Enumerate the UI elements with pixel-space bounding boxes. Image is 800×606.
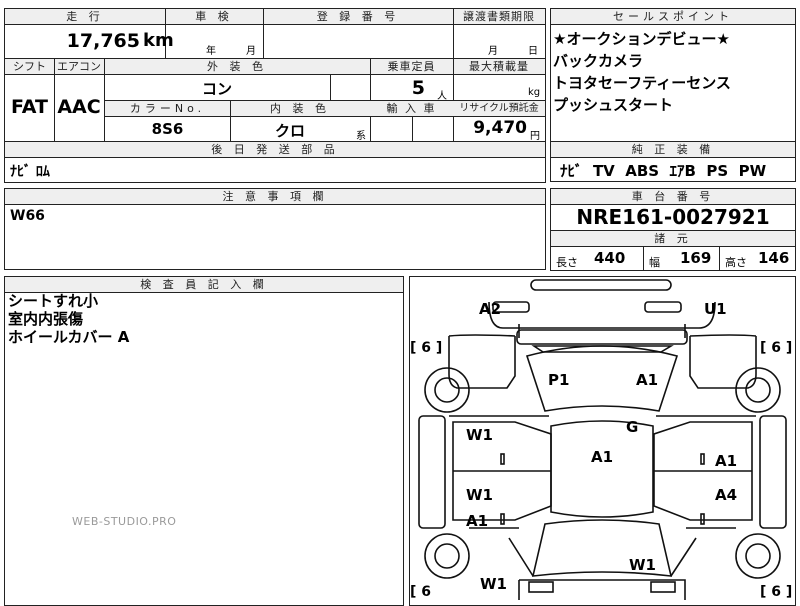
capacity-value: 5: [411, 77, 425, 99]
wheel-rear-left: [424, 533, 470, 579]
specs-header: 諸 元: [551, 231, 795, 246]
inspector-header: 検 査 員 記 入 欄: [5, 277, 403, 292]
notes-value: W66: [10, 208, 45, 224]
inspector-line-2: 室内内張傷: [8, 310, 84, 328]
shaken-header: 車 検: [165, 9, 263, 24]
left-body-shape: [448, 334, 516, 389]
import-header: 輸 入 車: [370, 101, 453, 116]
aircon-value: AAC: [57, 96, 101, 118]
height-value: 146: [758, 249, 790, 267]
mark-g: G: [626, 418, 639, 436]
wheel-front-right: [735, 367, 781, 413]
maxload-header: 最大積載量: [453, 59, 545, 74]
sales-point-3: トヨタセーフティーセンス: [553, 74, 731, 92]
mark-w1-bottom: W1: [480, 575, 507, 593]
mark-p1: P1: [548, 371, 570, 389]
inspector-line-3: ホイールカバー A: [8, 328, 130, 346]
wheel-front-left: [424, 367, 470, 413]
trunk-shape: [518, 579, 686, 600]
tire-front-right-label: [ 6 ]: [760, 340, 793, 356]
mileage-header: 走 行: [5, 9, 165, 24]
mark-w1-left-rear: W1: [466, 486, 493, 504]
interior-color-suffix: 系: [356, 131, 366, 142]
mark-w1-rear-glass: W1: [629, 556, 656, 574]
sales-point-4: プッシュスタート: [553, 96, 674, 114]
interior-color-value: クロ: [274, 122, 305, 140]
transfer-deadline-header: 譲渡書類期限: [453, 9, 545, 24]
reg-number-header: 登 録 番 号: [263, 9, 453, 24]
exterior-color-value: コン: [201, 80, 232, 98]
watermark: WEB-STUDIO.PRO: [72, 515, 177, 528]
transfer-day-unit: 日: [528, 46, 538, 57]
aircon-header: エアコン: [54, 59, 104, 74]
shaken-month-unit: 月: [246, 46, 256, 57]
interior-color-header: 内 装 色: [230, 101, 370, 116]
capacity-header: 乗車定員: [370, 59, 453, 74]
exterior-color-header: 外 装 色: [104, 59, 370, 74]
tire-front-left-label: [ 6 ]: [410, 340, 443, 356]
mileage-value: 17,765: [66, 30, 140, 52]
shift-header: シフト: [5, 59, 54, 74]
mark-a4-right-rear: A4: [715, 486, 738, 504]
recycle-header: リサイクル預託金: [453, 101, 545, 116]
sales-point-1: ★オークションデビュー★: [553, 30, 730, 48]
recycle-value: 9,470: [473, 118, 527, 138]
width-value: 169: [680, 249, 712, 267]
mark-u1: U1: [704, 300, 727, 318]
mark-a1-right-front: A1: [715, 452, 738, 470]
equipment-value: ﾅﾋﾞ TV ABS ｴｱB PS PW: [560, 162, 767, 180]
length-label: 長さ: [556, 256, 578, 269]
mark-w1-left-front: W1: [466, 426, 493, 444]
shift-value: FAT: [11, 96, 48, 118]
colorno-value: 8S6: [151, 120, 184, 138]
chassis-number: NRE161-0027921: [576, 205, 770, 229]
recycle-unit: 円: [530, 131, 540, 142]
tire-rear-left-label: [ 6: [410, 584, 432, 600]
transfer-month-unit: 月: [488, 46, 498, 57]
later-parts-value: ﾅﾋﾞ ﾛﾑ: [10, 164, 50, 180]
notes-header: 注 意 事 項 欄: [5, 189, 545, 204]
maxload-unit: kg: [528, 87, 541, 98]
tire-rear-right-label: [ 6 ]: [760, 584, 793, 600]
sales-point-2: バックカメラ: [553, 52, 644, 70]
chassis-header: 車 台 番 号: [551, 189, 795, 204]
shaken-year-unit: 年: [206, 46, 216, 57]
wheel-rear-right: [735, 533, 781, 579]
colorno-header: カラーNo.: [105, 101, 230, 116]
mark-a1-left-rear: A1: [466, 512, 489, 530]
width-label: 幅: [649, 256, 660, 269]
inspector-line-1: シートすれ小: [8, 292, 99, 310]
sales-points-header: セールスポイント: [551, 9, 795, 24]
front-bumper-shape: [530, 279, 672, 291]
mark-a2: A2: [479, 300, 502, 318]
height-label: 高さ: [725, 256, 747, 269]
equipment-header: 純 正 装 備: [551, 142, 795, 157]
later-parts-header: 後 日 発 送 部 品: [5, 142, 545, 157]
mark-a1-hood: A1: [636, 371, 659, 389]
length-value: 440: [594, 249, 626, 267]
mark-a1-roof: A1: [591, 448, 614, 466]
mileage-unit: km: [143, 30, 174, 51]
right-body-shape: [689, 334, 757, 389]
